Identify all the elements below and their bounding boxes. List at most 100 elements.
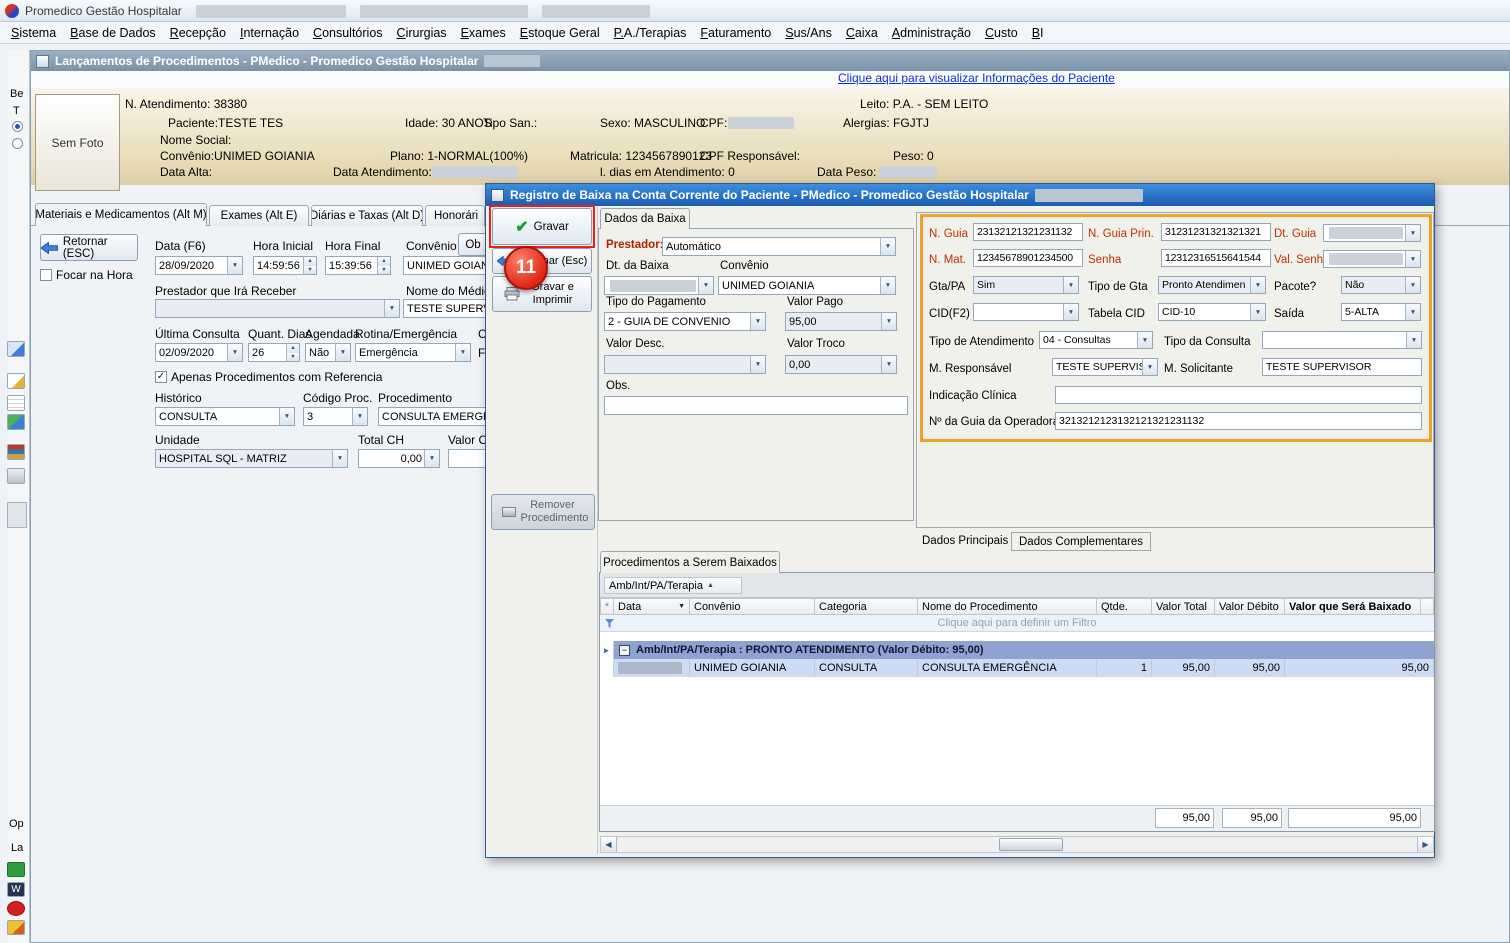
menu-exames[interactable]: Exames [454, 23, 513, 43]
chevron-down-icon[interactable]: ▼ [881, 356, 896, 373]
chevron-down-icon[interactable]: ▼ [227, 257, 242, 274]
sidebar-edit-icon[interactable] [7, 373, 25, 389]
menu-recepcao[interactable]: Recepção [163, 23, 233, 43]
tab-exames[interactable]: Exames (Alt E) [209, 205, 309, 226]
spinner-icon[interactable]: ▲▼ [377, 257, 390, 274]
sidebar-radio-1[interactable] [12, 121, 23, 132]
chevron-down-icon[interactable]: ▼ [384, 300, 399, 317]
grid-col-valor-baixado[interactable]: Valor que Será Baixado [1285, 598, 1421, 615]
tab-procedimentos-baixados[interactable]: Procedimentos a Serem Baixados [600, 551, 780, 573]
total-ch-field[interactable]: 0,00▼ [358, 449, 440, 468]
chevron-down-icon[interactable]: ▼ [750, 356, 765, 373]
focar-na-hora-checkbox[interactable] [40, 269, 52, 281]
chevron-down-icon[interactable]: ▼ [279, 408, 294, 425]
valor-c-field[interactable] [448, 449, 488, 468]
chevron-down-icon[interactable]: ▼ [352, 408, 367, 425]
cell-nome-procedimento[interactable]: CONSULTA EMERGÊNCIA [918, 659, 1097, 677]
menu-estoque-geral[interactable]: Estoque Geral [513, 23, 607, 43]
menu-base-de-dados[interactable]: Base de Dados [63, 23, 162, 43]
grid-col-valor-total[interactable]: Valor Total [1152, 598, 1215, 615]
nome-medico-field[interactable]: TESTE SUPERVIS [403, 299, 488, 318]
cell-valor-baixado[interactable]: 95,00 [1285, 659, 1434, 677]
spinner-icon[interactable]: ▲▼ [286, 344, 299, 361]
retornar-esc-button[interactable]: Retornar (ESC) [40, 234, 138, 261]
menu-cirurgias[interactable]: Cirurgias [390, 23, 454, 43]
menu-internacao[interactable]: Internação [233, 23, 306, 43]
grid-group-box[interactable]: Amb/Int/PA/Terapia▲ [604, 577, 742, 594]
chevron-down-icon[interactable]: ▼ [750, 313, 765, 330]
sidebar-stop-icon[interactable] [7, 901, 25, 916]
unidade-field[interactable]: HOSPITAL SQL - MATRIZ▼ [155, 449, 348, 468]
tab-honorarios[interactable]: Honorári [425, 205, 485, 226]
grid-col-nome-procedimento[interactable]: Nome do Procedimento [918, 598, 1097, 615]
dt-baixa-field[interactable]: ▼ [604, 276, 714, 295]
collapse-minus-icon[interactable]: − [619, 645, 630, 656]
agendada-field[interactable]: Não▼ [305, 343, 351, 362]
sidebar-open-icon[interactable] [7, 341, 25, 357]
menu-sistema[interactable]: Sistema [4, 23, 63, 43]
prestador-receber-field[interactable]: ▼ [155, 299, 400, 318]
tab-dados-da-baixa[interactable]: Dados da Baixa [600, 208, 690, 229]
scroll-right-arrow-icon[interactable]: ▶ [1417, 837, 1433, 852]
convenio-field[interactable]: UNIMED GOIANI [403, 256, 488, 275]
menu-faturamento[interactable]: Faturamento [693, 23, 778, 43]
menu-custo[interactable]: Custo [978, 23, 1025, 43]
tab-diarias-taxas[interactable]: Diárias e Taxas (Alt D) [311, 205, 423, 226]
cell-qtde[interactable]: 1 [1097, 659, 1152, 677]
grid-col-data[interactable]: Data▼ [614, 598, 690, 615]
scroll-left-arrow-icon[interactable]: ◀ [601, 837, 617, 852]
hora-inicial-field[interactable]: 14:59:56▲▼ [253, 256, 317, 275]
historico-field[interactable]: CONSULTA▼ [155, 407, 295, 426]
grid-group-row[interactable]: − Amb/Int/PA/Terapia : PRONTO ATENDIMENT… [614, 641, 1434, 659]
obs-field[interactable] [604, 396, 908, 415]
codigo-proc-field[interactable]: 3▼ [303, 407, 368, 426]
menu-consultorios[interactable]: Consultórios [306, 23, 389, 43]
sidebar-green-icon[interactable] [7, 862, 25, 877]
filter-dropdown-icon[interactable]: ▼ [678, 603, 685, 610]
chevron-down-icon[interactable]: ▼ [880, 238, 895, 255]
baixa-convenio-field[interactable]: UNIMED GOIANIA▼ [718, 276, 896, 295]
scrollbar-thumb[interactable] [999, 838, 1063, 851]
menu-pa-terapias[interactable]: P.A./Terapias [607, 23, 694, 43]
data-f6-field[interactable]: 28/09/2020▼ [155, 256, 243, 275]
tab-dados-complementares[interactable]: Dados Complementares [1011, 532, 1151, 551]
menu-caixa[interactable]: Caixa [839, 23, 885, 43]
patient-info-link[interactable]: Clique aqui para visualizar Informações … [838, 71, 1115, 85]
chevron-down-icon[interactable]: ▼ [332, 450, 347, 467]
menu-administracao[interactable]: Administração [885, 23, 978, 43]
grid-col-valor-debito[interactable]: Valor Débito [1215, 598, 1285, 615]
valor-desc-field[interactable]: ▼ [604, 355, 766, 374]
sidebar-alert-icon[interactable] [7, 920, 25, 935]
grid-hscrollbar[interactable]: ◀ ▶ [600, 836, 1434, 853]
chevron-down-icon[interactable]: ▼ [227, 344, 242, 361]
cell-categoria[interactable]: CONSULTA [815, 659, 918, 677]
remover-procedimento-button[interactable]: Remover Procedimento [491, 494, 595, 530]
cell-valor-total[interactable]: 95,00 [1152, 659, 1215, 677]
grid-col-categoria[interactable]: Categoria [815, 598, 918, 615]
chevron-down-icon[interactable]: ▼ [455, 344, 470, 361]
cell-data[interactable] [614, 659, 690, 677]
cell-valor-debito[interactable]: 95,00 [1215, 659, 1285, 677]
chevron-down-icon[interactable]: ▼ [335, 344, 350, 361]
sidebar-list-icon[interactable] [7, 395, 25, 411]
hora-final-field[interactable]: 15:39:56▲▼ [325, 256, 391, 275]
menu-sus-ans[interactable]: Sus/Ans [778, 23, 839, 43]
sidebar-radio-2[interactable] [12, 138, 23, 149]
ultima-consulta-field[interactable]: 02/09/2020▼ [155, 343, 243, 362]
valor-pago-field[interactable]: 95,00▼ [785, 312, 897, 331]
grid-col-convenio[interactable]: Convênio [690, 598, 815, 615]
prestador-field[interactable]: Automático▼ [662, 237, 896, 256]
spinner-icon[interactable]: ▲▼ [303, 257, 316, 274]
tab-materiais-medicamentos[interactable]: Materiais e Medicamentos (Alt M) [35, 203, 207, 226]
chevron-down-icon[interactable]: ▼ [881, 313, 896, 330]
tipo-pagamento-field[interactable]: 2 - GUIA DE CONVENIO▼ [604, 312, 766, 331]
cell-convenio[interactable]: UNIMED GOIANIA [690, 659, 815, 677]
menu-bi[interactable]: BI [1025, 23, 1051, 43]
sidebar-sync-icon[interactable] [7, 414, 25, 430]
chevron-down-icon[interactable]: ▼ [424, 450, 439, 467]
sidebar-printer-icon[interactable] [7, 468, 25, 484]
grid-filter-row[interactable]: Clique aqui para definir um Filtro [600, 615, 1434, 632]
chevron-down-icon[interactable]: ▼ [698, 277, 713, 294]
sidebar-books-icon[interactable] [7, 444, 25, 460]
apenas-referencia-checkbox[interactable]: ✓ [155, 371, 167, 383]
